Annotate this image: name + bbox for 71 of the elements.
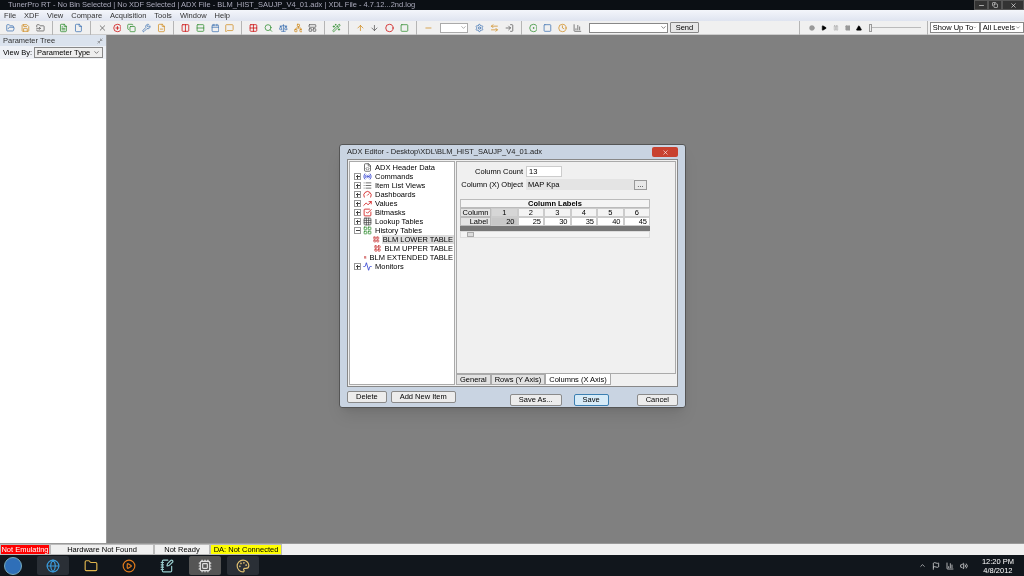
speaker-icon[interactable]: [959, 561, 968, 570]
document-icon: [363, 163, 372, 172]
restore-button[interactable]: [988, 0, 1002, 10]
network-icon[interactable]: [293, 21, 303, 34]
folder-icon[interactable]: [84, 558, 98, 573]
horizontal-scrollbar[interactable]: [460, 231, 650, 238]
pulse-icon: [363, 262, 372, 271]
close-button[interactable]: [652, 147, 678, 157]
expand-box[interactable]: [354, 182, 361, 189]
grid-icon: [363, 217, 372, 226]
globe-icon[interactable]: [46, 558, 60, 573]
chip-icon[interactable]: [198, 558, 212, 573]
blank-page-icon[interactable]: [74, 21, 84, 34]
start-orb[interactable]: [4, 556, 22, 575]
rows-icon[interactable]: [195, 21, 205, 34]
arrow-in-icon[interactable]: [504, 21, 514, 34]
swap-arrows-icon[interactable]: [490, 21, 499, 34]
play-icon[interactable]: [820, 23, 827, 32]
folder-arrow-icon[interactable]: [35, 21, 45, 34]
playback-slider[interactable]: [869, 23, 922, 32]
square-icon[interactable]: [400, 21, 410, 34]
search-icon[interactable]: [263, 21, 273, 34]
record-icon[interactable]: [808, 23, 815, 32]
notepad-icon[interactable]: [160, 558, 174, 573]
trend-line-icon: [363, 199, 372, 208]
target-icon[interactable]: [528, 21, 538, 34]
expand-box[interactable]: [354, 263, 361, 270]
scale-icon[interactable]: [278, 21, 288, 34]
clock-icon[interactable]: [558, 21, 568, 34]
checkbox-icon: [363, 208, 372, 217]
expand-box[interactable]: [354, 209, 361, 216]
expand-box[interactable]: [354, 218, 361, 225]
radio-waves-icon: [363, 172, 372, 181]
bar-chart-icon[interactable]: [573, 21, 582, 34]
copy-icon[interactable]: [127, 21, 137, 34]
expand-box[interactable]: [354, 200, 361, 207]
expand-box[interactable]: [354, 173, 361, 180]
close-icon: [1009, 1, 1017, 9]
gauge-icon: [363, 190, 372, 199]
close-icon: [661, 148, 669, 156]
panel-pin-icon[interactable]: [97, 37, 103, 44]
speech-bubble-icon[interactable]: [225, 21, 235, 34]
signal-bars-icon[interactable]: [945, 561, 954, 570]
slider-thumb[interactable]: [869, 23, 873, 32]
plus-circle-icon[interactable]: [112, 21, 122, 34]
square-icon[interactable]: [543, 21, 553, 34]
panel-icon[interactable]: [308, 21, 318, 34]
calendar-icon[interactable]: [210, 21, 220, 34]
columns-icon[interactable]: [180, 21, 190, 34]
play-icon[interactable]: [122, 558, 136, 573]
eject-icon[interactable]: [856, 23, 863, 32]
list-icon: [363, 181, 372, 190]
flag-icon[interactable]: [931, 561, 940, 570]
circle-icon[interactable]: [385, 21, 395, 34]
page-icon[interactable]: [157, 21, 167, 34]
wrench-icon[interactable]: [142, 21, 152, 34]
grid-icon[interactable]: [248, 21, 258, 34]
minimize-button[interactable]: [974, 0, 988, 10]
expand-box[interactable]: [354, 191, 361, 198]
save-icon[interactable]: [20, 21, 30, 34]
dropdown[interactable]: [439, 22, 469, 33]
wand-icon[interactable]: [332, 21, 341, 34]
restore-icon: [992, 2, 998, 8]
stop-icon[interactable]: [844, 23, 851, 32]
document-icon[interactable]: [59, 21, 69, 34]
command-dropdown[interactable]: [588, 22, 668, 33]
pause-icon[interactable]: [832, 23, 839, 32]
palette-icon[interactable]: [236, 558, 250, 573]
gear-icon[interactable]: [475, 21, 485, 34]
collapse-box[interactable]: [354, 227, 361, 234]
close-button[interactable]: [1002, 0, 1024, 10]
